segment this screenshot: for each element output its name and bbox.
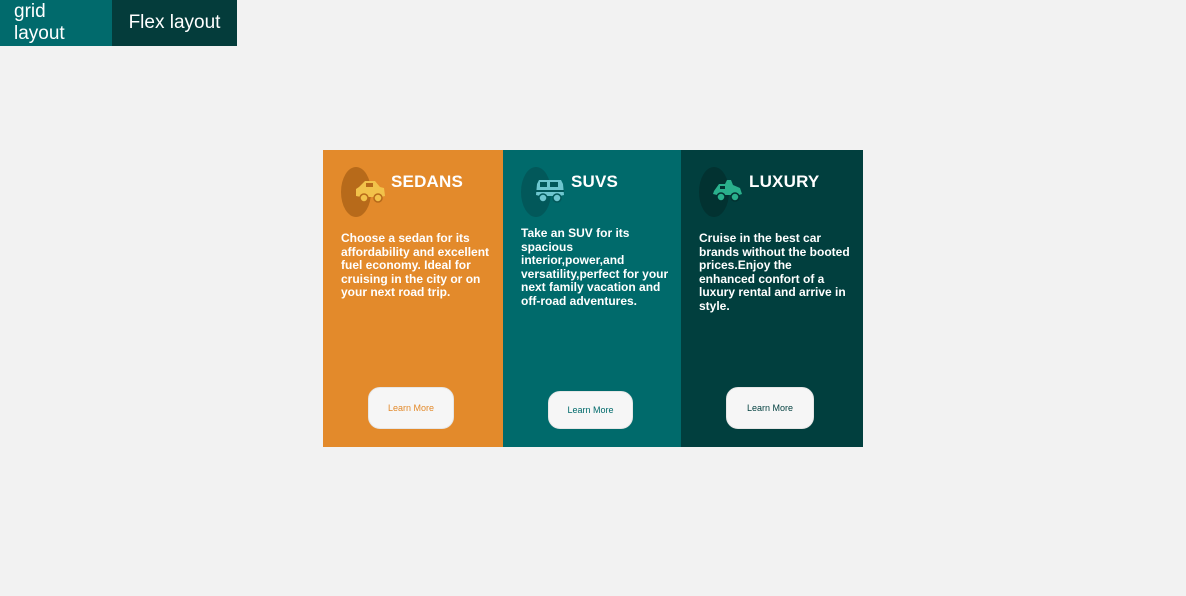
card-description: Cruise in the best car brands without th… <box>699 231 850 313</box>
learn-more-button[interactable]: Learn More <box>368 387 454 429</box>
learn-more-button[interactable]: Learn More <box>726 387 814 429</box>
suv-car-icon <box>536 180 564 203</box>
card-description: Choose a sedan for its affordability and… <box>341 231 490 300</box>
card-suvs: SUVS Take an SUV for its spacious interi… <box>503 150 681 447</box>
luxury-car-icon <box>713 180 742 202</box>
sedan-car-icon <box>356 181 385 203</box>
tab-grid-layout[interactable]: grid layout <box>0 0 112 46</box>
car-category-cards: SEDANS Choose a sedan for its affordabil… <box>323 150 863 447</box>
luxury-icon-badge <box>699 167 742 217</box>
card-title: SEDANS <box>391 172 464 191</box>
card-title: SUVS <box>571 172 619 191</box>
card-sedans: SEDANS Choose a sedan for its affordabil… <box>323 150 503 447</box>
sedan-icon-badge <box>341 167 385 217</box>
card-luxury: LUXURY Cruise in the best car brands wit… <box>681 150 863 447</box>
tab-flex-layout[interactable]: Flex layout <box>112 0 237 46</box>
suv-icon-badge <box>521 167 564 217</box>
learn-more-button[interactable]: Learn More <box>548 391 633 429</box>
card-title: LUXURY <box>749 172 820 191</box>
card-description: Take an SUV for its spacious interior,po… <box>521 226 669 308</box>
layout-tabs: grid layout Flex layout <box>0 0 237 46</box>
